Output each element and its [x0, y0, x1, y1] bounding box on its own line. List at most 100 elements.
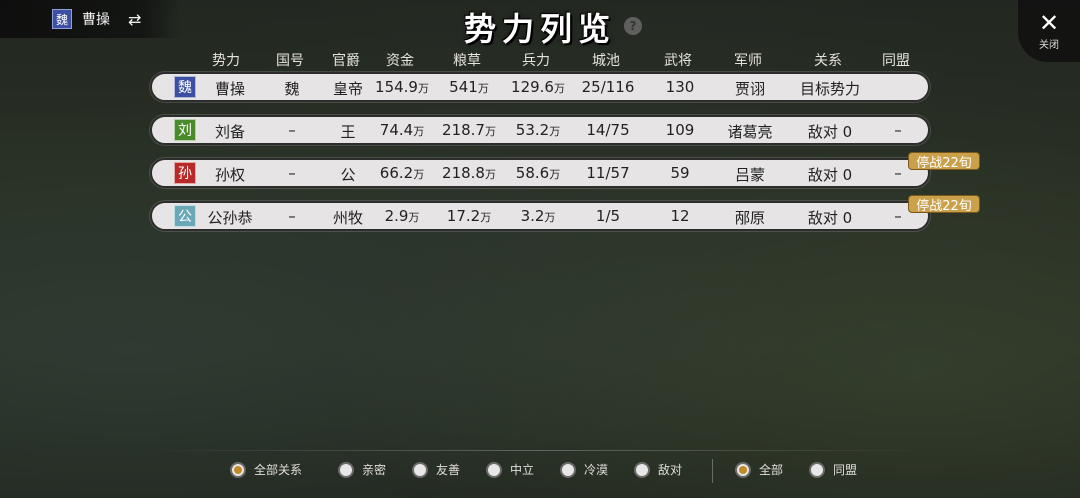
column-header-alliance: 同盟 — [882, 53, 910, 69]
unit-label: 万 — [408, 211, 420, 224]
cell-funds: 154.9万 — [375, 78, 429, 96]
relation-filter-radio[interactable]: 友善 — [412, 461, 460, 478]
column-header-funds: 资金 — [386, 53, 414, 69]
unit-label: 万 — [553, 82, 565, 95]
cell-country: 魏 — [284, 80, 300, 98]
radio-icon — [809, 461, 825, 478]
truce-badge: 停战22旬 — [908, 195, 980, 214]
relation-filter-radio[interactable]: 全部关系 — [230, 461, 302, 478]
cell-funds: 66.2万 — [379, 164, 425, 182]
divider — [150, 450, 930, 451]
filter-label: 敌对 — [658, 463, 683, 477]
radio-icon — [560, 461, 576, 478]
radio-icon — [338, 461, 354, 478]
cell-relation: 敌对 0 — [807, 166, 853, 184]
cell-alliance: – — [894, 207, 902, 225]
cell-rank: 公 — [340, 166, 356, 184]
cell-troops: 53.2万 — [515, 121, 561, 139]
cell-cities: 14/75 — [586, 121, 630, 139]
close-button[interactable]: ✕ 关闭 — [1018, 0, 1080, 62]
faction-row[interactable]: 魏曹操魏皇帝 154.9万 541万 129.6万 25/116 130 贾诩 目标势力 — [150, 72, 930, 102]
unit-label: 万 — [413, 125, 425, 138]
relation-filter-radio[interactable]: 中立 — [486, 461, 534, 478]
help-icon[interactable]: ? — [624, 17, 642, 35]
cell-food: 541万 — [449, 78, 489, 96]
faction-flag: 公 — [174, 205, 196, 227]
unit-label: 万 — [484, 125, 496, 138]
table-header: 势力 国号 官爵 资金 粮草 兵力 城池 武将 军师 关系 同盟 — [150, 50, 930, 70]
filter-label: 中立 — [510, 463, 535, 477]
filter-divider — [712, 459, 713, 483]
filter-label: 亲密 — [362, 463, 387, 477]
column-header-advisor: 军师 — [734, 53, 762, 69]
filter-label: 冷漠 — [584, 463, 609, 477]
cell-rank: 皇帝 — [332, 80, 364, 98]
cell-troops: 58.6万 — [515, 164, 561, 182]
cell-advisor: 贾诩 — [734, 80, 766, 98]
filter-label: 友善 — [436, 463, 461, 477]
truce-badge: 停战22旬 — [908, 152, 980, 171]
column-header-cities: 城池 — [592, 53, 620, 69]
unit-label: 万 — [484, 168, 496, 181]
radio-icon — [230, 461, 246, 478]
cell-generals: 130 — [665, 78, 695, 96]
unit-label: 万 — [477, 82, 489, 95]
unit-label: 万 — [549, 168, 561, 181]
faction-row[interactable]: 孙孙权 – 公 66.2万 218.8万 58.6万 11/57 59 吕蒙 敌对 0 – — [150, 158, 930, 188]
close-icon: ✕ — [1038, 8, 1060, 37]
filter-label: 全部 — [759, 463, 784, 477]
relation-filter-radio[interactable]: 敌对 — [634, 461, 682, 478]
faction-flag: 孙 — [174, 162, 196, 184]
cell-generals: 12 — [670, 207, 690, 225]
unit-label: 万 — [413, 168, 425, 181]
cell-generals: 109 — [665, 121, 695, 139]
relation-filter-radio[interactable]: 冷漠 — [560, 461, 608, 478]
cell-generals: 59 — [670, 164, 690, 182]
cell-funds: 2.9万 — [384, 207, 420, 225]
cell-food: 17.2万 — [446, 207, 492, 225]
cell-relation: 敌对 0 — [807, 209, 853, 227]
cell-faction: 刘备 — [214, 123, 246, 141]
cell-advisor: 邴原 — [734, 209, 766, 227]
radio-icon — [634, 461, 650, 478]
column-header-generals: 武将 — [664, 53, 692, 69]
alliance-filter-radio[interactable]: 全部 — [735, 461, 783, 478]
cell-rank: 州牧 — [332, 209, 364, 227]
radio-icon — [735, 461, 751, 478]
radio-icon — [412, 461, 428, 478]
faction-flag: 刘 — [174, 119, 196, 141]
cell-troops: 3.2万 — [520, 207, 556, 225]
cell-alliance: – — [894, 164, 902, 182]
cell-faction: 公孙恭 — [207, 209, 253, 227]
column-header-faction: 势力 — [212, 53, 240, 69]
column-header-rank: 官爵 — [332, 53, 360, 69]
radio-icon — [486, 461, 502, 478]
cell-cities: 1/5 — [595, 207, 621, 225]
filter-label: 同盟 — [833, 463, 858, 477]
filter-bar: 全部关系 亲密 友善 中立 冷漠 敌对 全部 同盟 — [0, 461, 1080, 481]
column-header-relation: 关系 — [814, 53, 842, 69]
cell-faction: 孙权 — [214, 166, 246, 184]
relation-filter-radio[interactable]: 亲密 — [338, 461, 386, 478]
cell-food: 218.7万 — [442, 121, 496, 139]
faction-row[interactable]: 公公孙恭 – 州牧 2.9万 17.2万 3.2万 1/5 12 邴原 敌对 0 – — [150, 201, 930, 231]
cell-advisor: 吕蒙 — [734, 166, 766, 184]
page-title: 势力列览 — [463, 10, 616, 48]
cell-cities: 11/57 — [586, 164, 630, 182]
cell-alliance: – — [894, 121, 902, 139]
unit-label: 万 — [549, 125, 561, 138]
unit-label: 万 — [417, 82, 429, 95]
column-header-food: 粮草 — [453, 53, 481, 69]
cell-relation: 敌对 0 — [807, 123, 853, 141]
faction-row[interactable]: 刘刘备 – 王 74.4万 218.7万 53.2万 14/75 109 诸葛亮 敌对 0 – — [150, 115, 930, 145]
unit-label: 万 — [480, 211, 492, 224]
cell-country: – — [288, 121, 296, 139]
column-header-troops: 兵力 — [522, 53, 550, 69]
cell-troops: 129.6万 — [511, 78, 565, 96]
cell-food: 218.8万 — [442, 164, 496, 182]
filter-label: 全部关系 — [254, 463, 303, 477]
alliance-filter-radio[interactable]: 同盟 — [809, 461, 857, 478]
close-label: 关闭 — [1039, 39, 1059, 51]
cell-rank: 王 — [340, 123, 356, 141]
column-header-country: 国号 — [276, 53, 304, 69]
